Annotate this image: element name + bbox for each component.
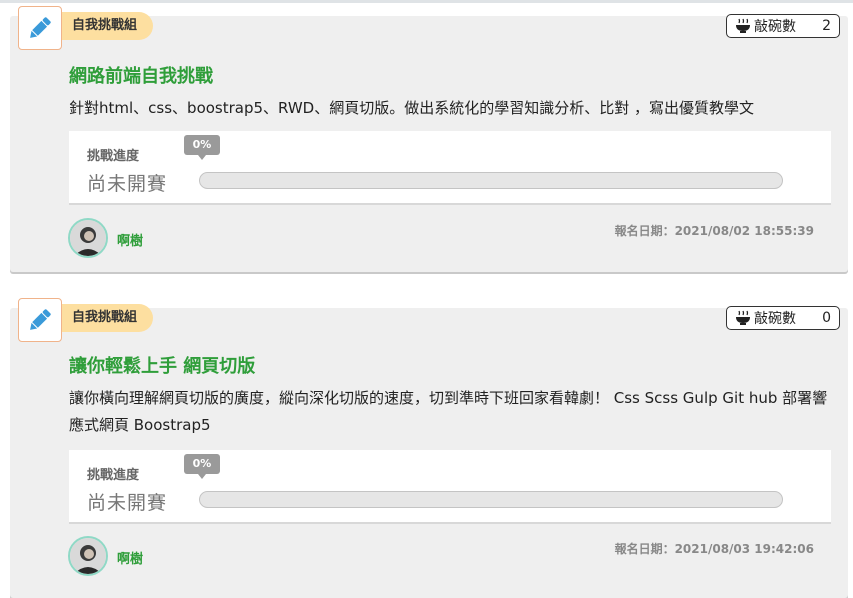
avatar-photo [70, 538, 106, 574]
bowl-count: 0 [822, 310, 831, 326]
bowl-count-button[interactable]: 敲碗數 2 [726, 14, 840, 38]
bowl-icon [736, 310, 750, 325]
challenge-card[interactable]: 自我挑戰組 敲碗數 0 讓你輕鬆上手 網頁切版 讓你橫向理解網頁切版的廣度，縱向… [10, 298, 848, 598]
progress-section: 挑戰進度 尚未開賽 0% [69, 450, 831, 524]
challenge-description: 針對html、css、boostrap5、RWD、網頁切版。做出系統化的學習知識… [69, 99, 755, 117]
progress-bar [199, 491, 783, 508]
avatar[interactable] [68, 536, 108, 576]
pencil-icon [30, 17, 51, 38]
author-name[interactable]: 啊樹 [117, 230, 143, 249]
avatar[interactable] [68, 218, 108, 258]
progress-percent-badge: 0% [184, 454, 220, 479]
progress-label: 挑戰進度 [87, 149, 140, 164]
category-badge: 自我挑戰組 [58, 304, 154, 332]
challenge-description: 讓你橫向理解網頁切版的廣度，縱向深化切版的速度，切到準時下班回家看韓劇！ Css… [69, 389, 828, 434]
challenge-title[interactable]: 讓你輕鬆上手 網頁切版 [69, 352, 255, 378]
progress-percent-badge: 0% [184, 135, 220, 160]
bowl-label: 敲碗數 [754, 19, 796, 35]
progress-section: 挑戰進度 尚未開賽 0% [69, 131, 831, 205]
bowl-label: 敲碗數 [754, 311, 796, 327]
signup-date: 報名日期：2021/08/02 18:55:39 [614, 224, 814, 238]
signup-date: 報名日期：2021/08/03 19:42:06 [614, 542, 814, 556]
author-name[interactable]: 啊樹 [117, 548, 143, 567]
category-icon-box [18, 298, 62, 342]
challenge-title[interactable]: 網路前端自我挑戰 [69, 62, 213, 88]
category-badge: 自我挑戰組 [58, 12, 154, 40]
bowl-count-button[interactable]: 敲碗數 0 [726, 306, 840, 330]
pencil-icon [30, 309, 51, 330]
top-divider [0, 0, 853, 3]
progress-bar [199, 172, 783, 189]
category-icon-box [18, 6, 62, 50]
bowl-count: 2 [822, 18, 831, 34]
challenge-status: 尚未開賽 [87, 492, 168, 514]
avatar-photo [70, 220, 106, 256]
challenge-status: 尚未開賽 [87, 173, 168, 195]
challenge-card[interactable]: 自我挑戰組 敲碗數 2 網路前端自我挑戰 針對html、css、boostrap… [10, 6, 848, 272]
bowl-icon [736, 18, 750, 33]
progress-label: 挑戰進度 [87, 468, 140, 483]
